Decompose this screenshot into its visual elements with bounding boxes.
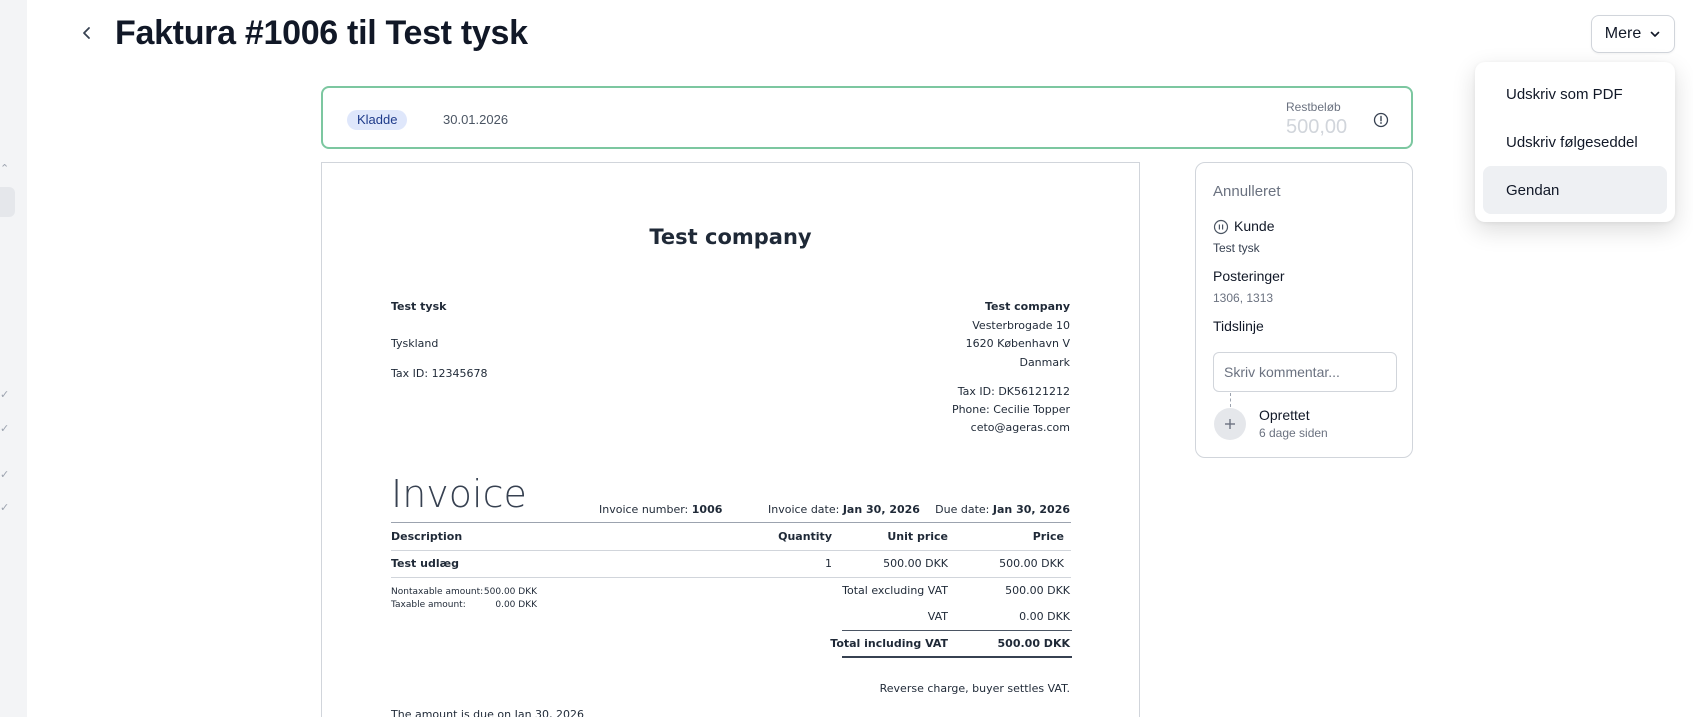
page-title: Faktura #1006 til Test tysk: [115, 14, 528, 52]
sender-country: Danmark: [1019, 356, 1070, 369]
total-incl-vat-label: Total including VAT: [830, 637, 948, 650]
taxable-label: Taxable amount:: [391, 600, 466, 610]
sender-city: 1620 København V: [965, 337, 1070, 350]
timeline-label: Tidslinje: [1213, 318, 1264, 334]
col-quantity: Quantity: [778, 530, 832, 543]
col-price: Price: [1032, 530, 1064, 543]
table-top-rule: [391, 522, 1071, 523]
col-unit-price: Unit price: [887, 530, 948, 543]
menu-item-restore[interactable]: Gendan: [1483, 166, 1667, 214]
menu-item-print-packing-slip[interactable]: Udskriv følgeseddel: [1483, 118, 1667, 166]
pause-circle-icon: [1213, 219, 1229, 235]
timeline-connector: [1230, 393, 1231, 407]
due-date-label: Due date:: [935, 503, 990, 516]
check-icon: ✓: [0, 502, 10, 514]
invoice-side-panel: Annulleret Kunde Test tysk Posteringer 1…: [1195, 162, 1413, 458]
remaining-amount-value: 500,00: [1286, 116, 1348, 138]
timeline-event-marker: [1214, 408, 1246, 440]
info-circle-icon[interactable]: [1373, 112, 1389, 128]
due-note: The amount is due on Jan 30, 2026: [391, 708, 585, 717]
check-icon: ✓: [0, 389, 10, 401]
menu-item-print-pdf[interactable]: Udskriv som PDF: [1483, 70, 1667, 118]
comment-input[interactable]: [1213, 352, 1397, 392]
line-price: 500.00 DKK: [999, 557, 1064, 570]
header-rule: [391, 550, 1071, 551]
company-title: Test company: [649, 225, 812, 249]
invoice-preview: Test company Test tysk Tyskland Tax ID: …: [321, 162, 1140, 717]
timeline-event-title: Oprettet: [1259, 407, 1310, 423]
back-button[interactable]: [74, 20, 100, 46]
chevron-down-icon: [1650, 31, 1660, 37]
nontaxable-value: 500.00 DKK: [483, 587, 537, 597]
vat-value: 0.00 DKK: [1019, 610, 1070, 623]
customer-label: Kunde: [1234, 218, 1275, 234]
customer-country: Tyskland: [391, 337, 439, 350]
invoice-date-value: Jan 30, 2026: [842, 503, 920, 516]
remaining-amount-label: Restbeløb: [1286, 100, 1341, 114]
totals-bottom-rule: [842, 656, 1072, 658]
invoice-date-label: Invoice date:: [768, 503, 840, 516]
chevron-up-icon[interactable]: ⌃: [0, 164, 9, 175]
more-button-label: Mere: [1604, 25, 1642, 42]
due-date-value: Jan 30, 2026: [992, 503, 1070, 516]
invoice-number-value: 1006: [691, 503, 723, 516]
left-sidebar-rail: ⌃ ✓ ✓ ✓ ✓: [0, 0, 27, 717]
more-dropdown-menu: Udskriv som PDF Udskriv følgeseddel Gend…: [1475, 62, 1675, 222]
sender-email: ceto@ageras.com: [970, 421, 1070, 434]
sidebar-active-item[interactable]: [0, 187, 15, 217]
total-excl-vat-value: 500.00 DKK: [1005, 584, 1070, 597]
customer-value[interactable]: Test tysk: [1213, 241, 1260, 255]
more-button[interactable]: Mere: [1591, 15, 1675, 53]
taxable-value: 0.00 DKK: [495, 600, 537, 610]
totals-rule: [842, 630, 1072, 631]
check-icon: ✓: [0, 469, 10, 481]
total-excl-vat-label: Total excluding VAT: [842, 584, 948, 597]
invoice-date: 30.01.2026: [443, 112, 509, 127]
sender-street: Vesterbrogade 10: [972, 319, 1070, 332]
nontaxable-label: Nontaxable amount:: [391, 587, 484, 597]
sender-name: Test company: [985, 300, 1070, 313]
line-unit-price: 500.00 DKK: [883, 557, 948, 570]
invoice-status-bar: Kladde 30.01.2026 Restbeløb 500,00: [321, 86, 1413, 149]
side-status: Annulleret: [1213, 183, 1281, 200]
sender-phone: Phone: Cecilie Topper: [951, 403, 1070, 416]
due-date-field: Due date: Jan 30, 2026: [935, 503, 1070, 516]
customer-tax-id: Tax ID: 12345678: [391, 367, 488, 380]
total-incl-vat-value: 500.00 DKK: [997, 637, 1070, 650]
invoice-number-label: Invoice number:: [599, 503, 689, 516]
col-description: Description: [391, 530, 463, 543]
plus-icon: [1225, 419, 1235, 429]
postings-value[interactable]: 1306, 1313: [1213, 291, 1273, 305]
invoice-number: Invoice number: 1006: [599, 503, 722, 516]
chevron-left-icon: [83, 27, 90, 39]
invoice-date-field: Invoice date: Jan 30, 2026: [768, 503, 920, 516]
status-badge: Kladde: [347, 110, 408, 130]
reverse-charge-note: Reverse charge, buyer settles VAT.: [879, 682, 1070, 695]
sender-tax-id: Tax ID: DK56121212: [957, 385, 1070, 398]
line-rule: [391, 577, 1071, 578]
check-icon: ✓: [0, 423, 10, 435]
customer-name: Test tysk: [391, 300, 447, 313]
invoice-heading: Invoice: [391, 472, 527, 516]
line-description: Test udlæg: [391, 557, 460, 570]
timeline-event-time: 6 dage siden: [1259, 426, 1328, 440]
vat-label: VAT: [927, 610, 948, 623]
line-quantity: 1: [825, 557, 832, 570]
postings-label: Posteringer: [1213, 268, 1285, 284]
